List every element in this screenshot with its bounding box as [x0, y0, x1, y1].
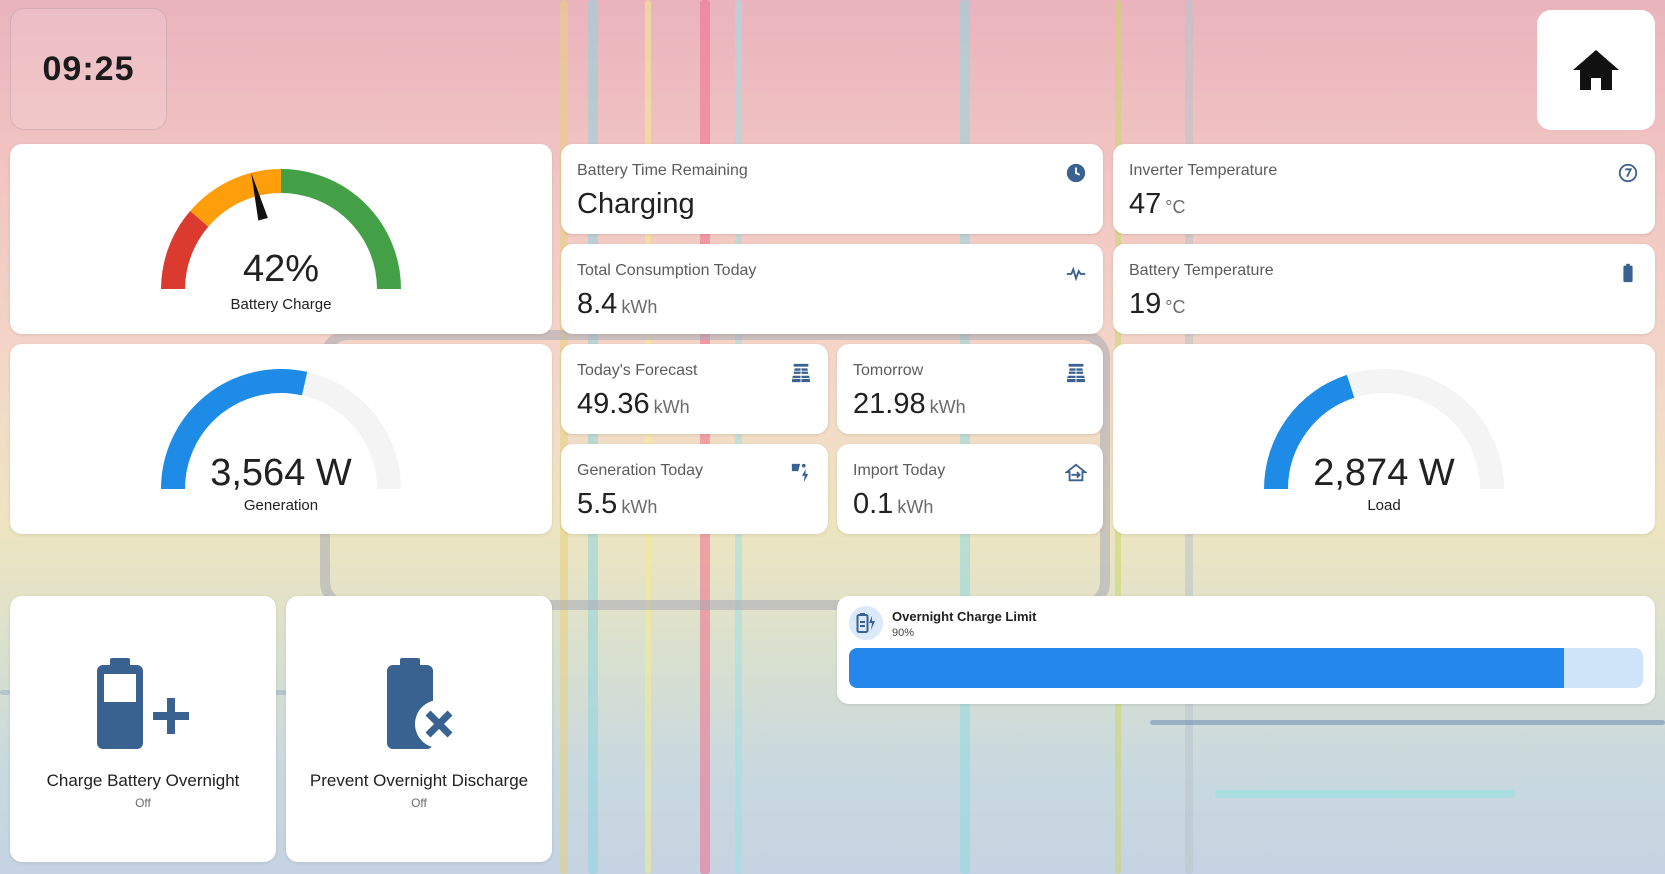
battery-temperature-card[interactable]: Battery Temperature 19 °C [1113, 244, 1655, 334]
load-gauge-card[interactable]: 2,874 W Load [1113, 344, 1655, 534]
solar-panel-icon [791, 363, 811, 383]
todays-forecast-card[interactable]: Today's Forecast 49.36 kWh [561, 344, 828, 434]
thermometer-icon [1618, 163, 1638, 183]
solar-power-icon [791, 463, 809, 483]
inverter-temperature-card[interactable]: Inverter Temperature 47 °C [1113, 144, 1655, 234]
tomorrow-value: 21.98 [853, 388, 926, 420]
home-button[interactable] [1537, 10, 1655, 130]
battery-charge-label: Battery Charge [230, 296, 332, 313]
battery-temperature-name: Battery Temperature [1129, 262, 1274, 279]
clock-icon [1066, 163, 1086, 183]
battery-temperature-unit: °C [1165, 297, 1186, 317]
home-icon [1573, 50, 1619, 90]
battery-temperature-value: 19 [1129, 288, 1162, 320]
overnight-charge-limit-slider[interactable] [849, 648, 1643, 688]
tomorrow-name: Tomorrow [853, 362, 924, 379]
inverter-temperature-value: 47 [1129, 188, 1162, 220]
generation-label: Generation [243, 497, 319, 514]
battery-time-value: Charging [577, 188, 695, 220]
inverter-temperature-name: Inverter Temperature [1129, 162, 1278, 179]
overnight-charge-limit-name: Overnight Charge Limit [892, 609, 1037, 624]
generation-today-card[interactable]: Generation Today 5.5 kWh [561, 444, 828, 534]
generation-value: 3,564 W [210, 452, 352, 494]
total-consumption-value: 8.4 [577, 288, 618, 320]
total-consumption-unit: kWh [621, 297, 658, 317]
import-today-value: 0.1 [853, 488, 894, 520]
generation-gauge-card[interactable]: 3,564 W Generation [10, 344, 552, 534]
solar-panel-icon [1066, 363, 1086, 383]
total-consumption-name: Total Consumption Today [577, 262, 757, 279]
prevent-overnight-discharge-state: Off [411, 796, 427, 810]
charge-battery-overnight-button[interactable]: Charge Battery Overnight Off [10, 596, 276, 862]
prevent-overnight-discharge-name: Prevent Overnight Discharge [309, 771, 529, 790]
todays-forecast-value: 49.36 [577, 388, 650, 420]
home-import-icon [1065, 463, 1087, 482]
charge-battery-overnight-state: Off [135, 796, 151, 810]
tomorrow-unit: kWh [929, 397, 966, 417]
battery-time-card[interactable]: Battery Time Remaining Charging [561, 144, 1103, 234]
battery-charge-gauge-card[interactable]: 42% Battery Charge [10, 144, 552, 334]
load-label: Load [1367, 497, 1401, 514]
inverter-temperature-unit: °C [1165, 197, 1186, 217]
charge-battery-overnight-name: Charge Battery Overnight [46, 771, 240, 790]
overnight-charge-limit-fill [849, 648, 1564, 688]
overnight-charge-limit-value: 90% [892, 627, 915, 639]
generation-today-value: 5.5 [577, 488, 618, 520]
prevent-overnight-discharge-button[interactable]: Prevent Overnight Discharge Off [286, 596, 552, 862]
clock: 09:25 [10, 8, 167, 130]
clock-time: 09:25 [42, 49, 135, 88]
import-today-name: Import Today [853, 462, 946, 479]
generation-today-name: Generation Today [577, 462, 704, 479]
import-today-card[interactable]: Import Today 0.1 kWh [837, 444, 1103, 534]
load-value: 2,874 W [1313, 452, 1455, 494]
battery-remove-icon [387, 658, 463, 749]
todays-forecast-name: Today's Forecast [577, 362, 698, 379]
battery-charging-icon [849, 606, 883, 640]
battery-charge-value: 42% [242, 248, 320, 290]
todays-forecast-unit: kWh [653, 397, 690, 417]
overnight-charge-limit-card[interactable]: Overnight Charge Limit 90% [837, 596, 1655, 704]
battery-plus-icon [97, 658, 189, 749]
total-consumption-card[interactable]: Total Consumption Today 8.4 kWh [561, 244, 1103, 334]
battery-time-name: Battery Time Remaining [577, 162, 748, 179]
generation-today-unit: kWh [621, 497, 658, 517]
tomorrow-forecast-card[interactable]: Tomorrow 21.98 kWh [837, 344, 1103, 434]
battery-icon [1623, 263, 1633, 283]
pulse-icon [1066, 266, 1086, 282]
import-today-unit: kWh [897, 497, 934, 517]
